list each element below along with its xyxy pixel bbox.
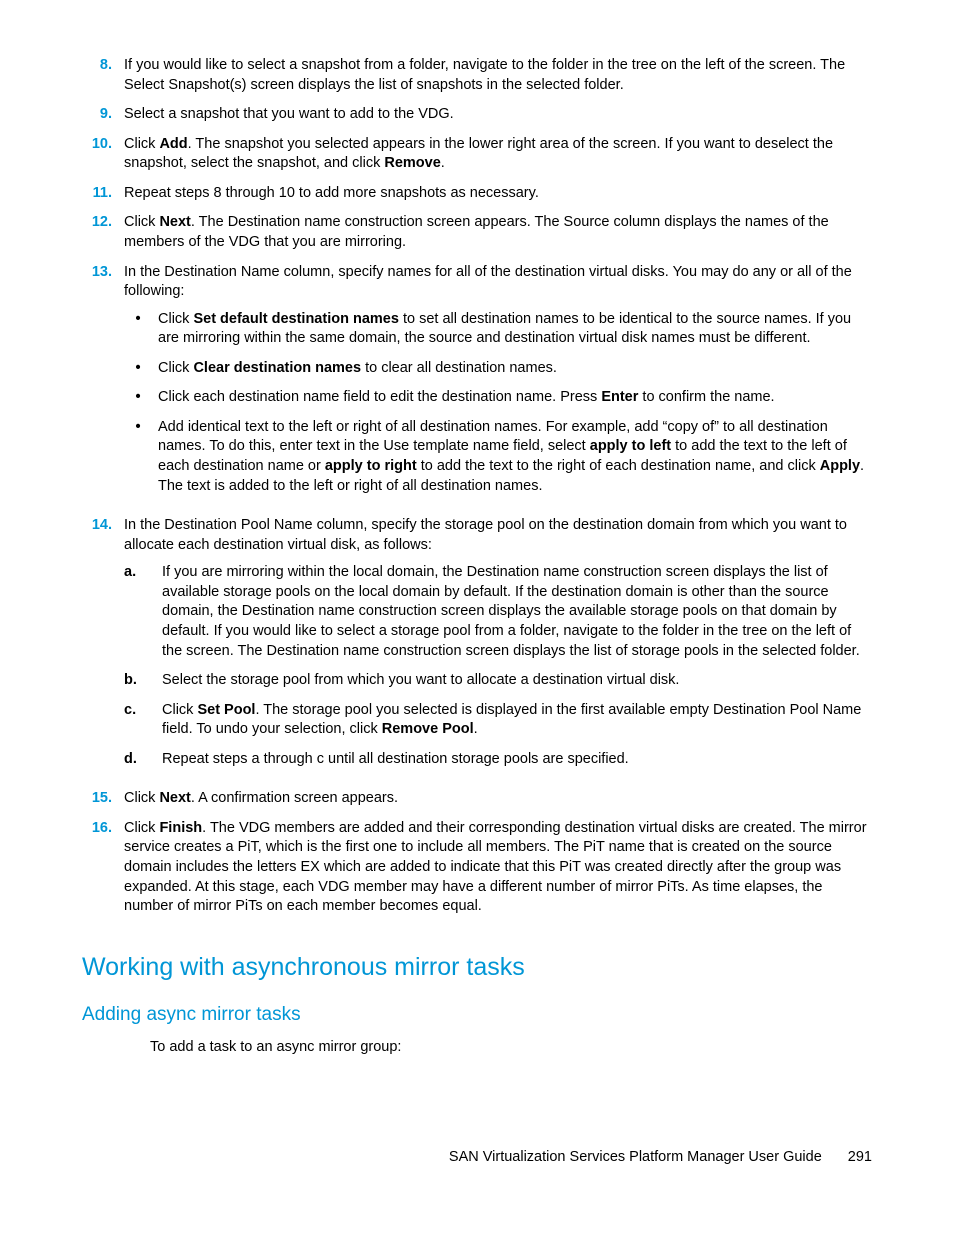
- bold: apply to left: [590, 438, 671, 454]
- step-9: 9. Select a snapshot that you want to ad…: [82, 105, 872, 125]
- step-text: Click Add. The snapshot you selected app…: [124, 135, 872, 174]
- step-text: Click Finish. The VDG members are added …: [124, 819, 872, 917]
- step-13: 13. In the Destination Name column, spec…: [82, 263, 872, 507]
- t: Click: [158, 311, 193, 327]
- t: . The snapshot you selected appears in t…: [124, 136, 833, 172]
- step-number: 13.: [82, 263, 124, 507]
- intro-text: To add a task to an async mirror group:: [150, 1038, 872, 1058]
- alpha-text: Repeat steps a through c until all desti…: [162, 750, 872, 770]
- bullet-item: • Click Set default destination names to…: [124, 310, 872, 349]
- bullet-icon: •: [124, 359, 158, 379]
- step-14: 14. In the Destination Pool Name column,…: [82, 516, 872, 779]
- bold: Remove: [384, 155, 440, 171]
- bullet-item: • Add identical text to the left or righ…: [124, 418, 872, 496]
- t: to clear all destination names.: [361, 360, 557, 376]
- step-body: In the Destination Name column, specify …: [124, 263, 872, 507]
- bold: Enter: [601, 389, 638, 405]
- alpha-letter: b.: [124, 671, 162, 691]
- ordered-steps: 8. If you would like to select a snapsho…: [82, 56, 872, 917]
- page-number: 291: [848, 1148, 872, 1168]
- bold: Set default destination names: [193, 311, 398, 327]
- t: Click: [124, 790, 159, 806]
- t: . A confirmation screen appears.: [191, 790, 398, 806]
- step-body: In the Destination Pool Name column, spe…: [124, 516, 872, 779]
- alpha-text: Select the storage pool from which you w…: [162, 671, 872, 691]
- bullet-list: • Click Set default destination names to…: [124, 310, 872, 497]
- t: .: [474, 721, 478, 737]
- step-text: Click Next. A confirmation screen appear…: [124, 789, 872, 809]
- t: to confirm the name.: [638, 389, 774, 405]
- bullet-text: Click Clear destination names to clear a…: [158, 359, 872, 379]
- step-11: 11. Repeat steps 8 through 10 to add mor…: [82, 184, 872, 204]
- bold: Clear destination names: [193, 360, 361, 376]
- subsection-heading: Adding async mirror tasks: [82, 1002, 872, 1028]
- bullet-text: Click each destination name field to edi…: [158, 388, 872, 408]
- bold: Apply: [820, 458, 860, 474]
- step-number: 15.: [82, 789, 124, 809]
- bold: Remove Pool: [382, 721, 474, 737]
- alpha-item: d. Repeat steps a through c until all de…: [124, 750, 872, 770]
- t: Click: [124, 136, 159, 152]
- t: Click: [124, 820, 159, 836]
- bold: apply to right: [325, 458, 417, 474]
- t: .: [441, 155, 445, 171]
- footer-title: SAN Virtualization Services Platform Man…: [449, 1149, 822, 1165]
- bullet-icon: •: [124, 310, 158, 349]
- bold: Set Pool: [197, 702, 255, 718]
- alpha-letter: c.: [124, 701, 162, 740]
- bullet-text: Click Set default destination names to s…: [158, 310, 872, 349]
- alpha-item: b. Select the storage pool from which yo…: [124, 671, 872, 691]
- document-page: 8. If you would like to select a snapsho…: [0, 0, 954, 1227]
- section-heading: Working with asynchronous mirror tasks: [82, 951, 872, 985]
- t: . The storage pool you selected is displ…: [162, 702, 861, 738]
- step-number: 9.: [82, 105, 124, 125]
- step-text: Select a snapshot that you want to add t…: [124, 105, 872, 125]
- step-16: 16. Click Finish. The VDG members are ad…: [82, 819, 872, 917]
- step-number: 8.: [82, 56, 124, 95]
- bullet-item: • Click each destination name field to e…: [124, 388, 872, 408]
- step-8: 8. If you would like to select a snapsho…: [82, 56, 872, 95]
- t: . The VDG members are added and their co…: [124, 820, 867, 914]
- step-text: In the Destination Name column, specify …: [124, 264, 852, 300]
- alpha-letter: d.: [124, 750, 162, 770]
- alpha-text: Click Set Pool. The storage pool you sel…: [162, 701, 872, 740]
- step-number: 11.: [82, 184, 124, 204]
- t: Click: [162, 702, 197, 718]
- bold: Finish: [159, 820, 202, 836]
- bold: Next: [159, 790, 190, 806]
- bullet-text: Add identical text to the left or right …: [158, 418, 872, 496]
- step-text: Click Next. The Destination name constru…: [124, 213, 872, 252]
- t: Click each destination name field to edi…: [158, 389, 601, 405]
- alpha-item: c. Click Set Pool. The storage pool you …: [124, 701, 872, 740]
- step-10: 10. Click Add. The snapshot you selected…: [82, 135, 872, 174]
- bullet-item: • Click Clear destination names to clear…: [124, 359, 872, 379]
- step-text: Repeat steps 8 through 10 to add more sn…: [124, 184, 872, 204]
- bold: Add: [159, 136, 187, 152]
- step-number: 14.: [82, 516, 124, 779]
- bullet-icon: •: [124, 388, 158, 408]
- step-number: 12.: [82, 213, 124, 252]
- alpha-letter: a.: [124, 563, 162, 661]
- alpha-text: If you are mirroring within the local do…: [162, 563, 872, 661]
- page-footer: SAN Virtualization Services Platform Man…: [82, 1148, 872, 1168]
- step-text: If you would like to select a snapshot f…: [124, 56, 872, 95]
- step-number: 16.: [82, 819, 124, 917]
- step-number: 10.: [82, 135, 124, 174]
- step-text: In the Destination Pool Name column, spe…: [124, 517, 847, 553]
- t: . The Destination name construction scre…: [124, 214, 829, 250]
- t: Click: [124, 214, 159, 230]
- bullet-icon: •: [124, 418, 158, 496]
- alpha-item: a. If you are mirroring within the local…: [124, 563, 872, 661]
- step-12: 12. Click Next. The Destination name con…: [82, 213, 872, 252]
- step-15: 15. Click Next. A confirmation screen ap…: [82, 789, 872, 809]
- t: to add the text to the right of each des…: [417, 458, 820, 474]
- bold: Next: [159, 214, 190, 230]
- t: Click: [158, 360, 193, 376]
- alpha-list: a. If you are mirroring within the local…: [124, 563, 872, 769]
